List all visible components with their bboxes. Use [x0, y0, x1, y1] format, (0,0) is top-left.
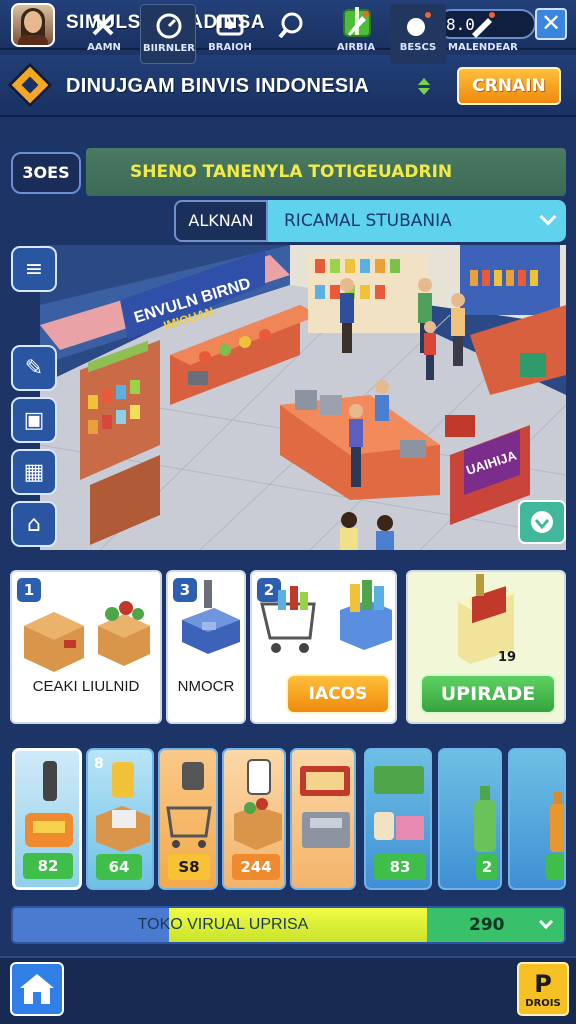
- nav-label: MALENDEAR: [448, 42, 518, 53]
- shopping-cart-icon: [260, 580, 392, 653]
- bomb-icon: [407, 12, 431, 36]
- nav-item-drops[interactable]: P DROIS: [517, 962, 569, 1016]
- nav-item-bomb[interactable]: BESCS: [390, 4, 446, 64]
- p-icon: P: [534, 970, 552, 998]
- close-button[interactable]: ✕: [535, 8, 567, 40]
- calendar-tool-button[interactable]: ▦: [11, 449, 57, 495]
- item-price: 64: [96, 854, 142, 880]
- banner-title: DINUJGAM BINVIS INDONESIA: [66, 75, 370, 97]
- item-card[interactable]: 83: [364, 748, 432, 890]
- box-tool-button[interactable]: ▣: [11, 397, 57, 443]
- store-illustration: ENVULN BIRND IMIOUAN UAIHIJA: [40, 245, 566, 550]
- upgrade-card[interactable]: 19 UPIRADE: [406, 570, 566, 724]
- nav-label: AAMN: [87, 42, 121, 53]
- products-icon: [374, 766, 424, 840]
- nav-label: BRAIOH: [208, 42, 252, 53]
- nav-item-wrench[interactable]: MALENDEAR: [448, 4, 518, 64]
- diamond-logo-icon: [7, 62, 53, 108]
- store-scene[interactable]: ENVULN BIRND IMIOUAN UAIHIJA: [40, 245, 566, 550]
- product-box-icon: [458, 574, 514, 664]
- chat-heart-icon: [531, 511, 553, 533]
- category-select-value: SHENO TANENYLA TOTIGEUADRIN: [130, 162, 453, 182]
- tools-icon: [92, 14, 114, 36]
- item-card[interactable]: [290, 748, 356, 890]
- cart-item-icon: [166, 762, 212, 848]
- tv-register-icon: [300, 766, 350, 848]
- card-label: CEAKI LIULNID: [32, 678, 140, 695]
- nav-item-tools[interactable]: AAMN: [76, 4, 132, 64]
- nav-item-rocket[interactable]: AIRBIA: [328, 4, 384, 64]
- cash-register-icon: [182, 580, 240, 654]
- player-avatar[interactable]: [11, 3, 55, 47]
- cashier-card[interactable]: 3 NMOCR: [166, 570, 246, 724]
- item-card[interactable]: 8 64: [86, 748, 154, 890]
- card-label: NMOCR: [177, 678, 235, 695]
- home-tool-button[interactable]: ⌂: [11, 501, 57, 547]
- box-icon: ▣: [23, 407, 45, 433]
- banner-action-button[interactable]: CRNAIN: [457, 67, 561, 105]
- filter-tag-button[interactable]: 3OES: [11, 152, 81, 194]
- nav-item-search[interactable]: [264, 4, 320, 64]
- search-icon: [278, 12, 303, 38]
- bottle-icon: [474, 786, 496, 852]
- item-price: 2: [476, 854, 498, 880]
- phone-box-icon: [234, 759, 282, 850]
- layers-tool-button[interactable]: ≡: [11, 246, 57, 292]
- cart-action-button[interactable]: IACOS: [286, 674, 390, 714]
- gauge-icon: [156, 13, 182, 39]
- nav-label: BESCS: [399, 42, 437, 53]
- item-price: S8: [168, 854, 210, 880]
- region-select-label: ALKNAN: [174, 200, 268, 242]
- nav-label: DROIS: [525, 998, 561, 1009]
- region-select-value: RICAMAL STUBANIA: [284, 211, 452, 231]
- item-price: 82: [23, 853, 73, 879]
- item-price: 83: [374, 854, 426, 880]
- nav-item-gauge[interactable]: BIIRNLER: [140, 4, 196, 64]
- store-progress-bar[interactable]: TOKO VIRUAL UPRISA 290: [11, 906, 566, 944]
- item-card[interactable]: S8: [158, 748, 218, 890]
- nav-home-button[interactable]: [10, 962, 64, 1016]
- home-icon: [20, 974, 54, 1004]
- wrench-icon: [472, 12, 495, 38]
- item-price: [546, 854, 564, 880]
- item-price: 244: [232, 854, 280, 880]
- thermos-icon: [25, 761, 73, 847]
- rocket-icon: [348, 11, 369, 36]
- pencil-icon: ✎: [24, 355, 44, 381]
- nav-label: AIRBIA: [336, 42, 376, 53]
- chat-button[interactable]: [518, 500, 566, 544]
- sort-arrows-icon[interactable]: [416, 78, 432, 96]
- item-card[interactable]: 244: [222, 748, 286, 890]
- edit-tool-button[interactable]: ✎: [11, 345, 57, 391]
- boxes-icon: [24, 601, 150, 672]
- inventory-card[interactable]: 1 CEAKI LIULNID: [10, 570, 162, 724]
- chevron-down-icon: [539, 208, 557, 226]
- nav-item-camera[interactable]: BRAIOH: [202, 4, 258, 64]
- upgrade-button[interactable]: UPIRADE: [420, 674, 556, 714]
- item-card[interactable]: 82: [12, 748, 82, 890]
- layers-icon: ≡: [24, 256, 44, 282]
- oil-bottle-icon: [550, 792, 564, 852]
- category-select[interactable]: SHENO TANENYLA TOTIGEUADRIN: [86, 148, 566, 196]
- nav-label: BIIRNLER: [142, 43, 196, 54]
- jar-basket-icon: [96, 762, 150, 852]
- bottom-nav: [0, 956, 576, 1024]
- region-select[interactable]: RICAMAL STUBANIA: [268, 200, 566, 242]
- item-card[interactable]: [508, 748, 566, 890]
- item-card[interactable]: 2: [438, 748, 502, 890]
- progress-value: 290: [469, 915, 505, 935]
- cart-card[interactable]: 2 IACOS: [250, 570, 397, 724]
- house-icon: ⌂: [27, 511, 41, 537]
- calendar-icon: ▦: [23, 459, 45, 485]
- camera-icon: [216, 14, 244, 36]
- upgrade-count: 19: [498, 650, 517, 665]
